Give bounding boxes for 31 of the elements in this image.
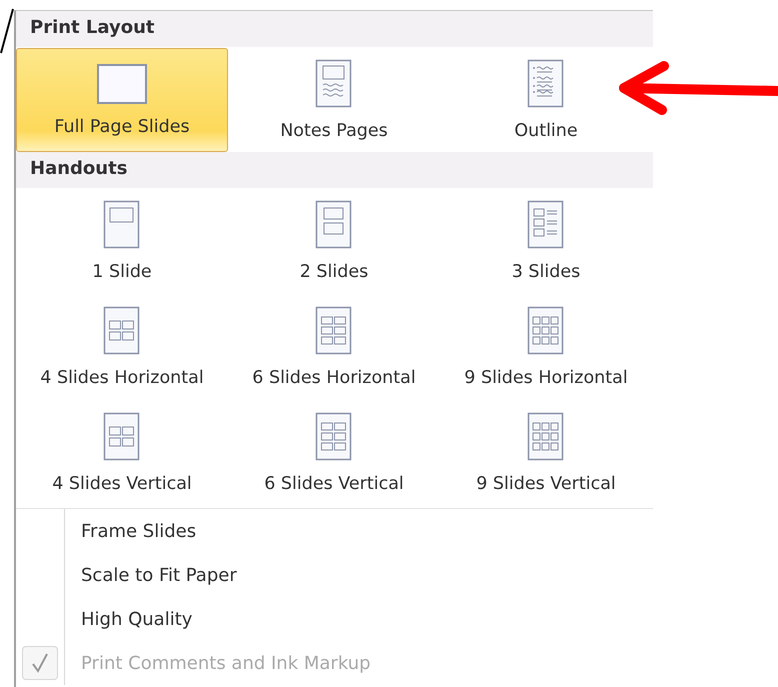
handout-page-icon bbox=[526, 412, 566, 462]
layout-option[interactable]: Full Page Slides bbox=[16, 48, 228, 152]
layout-option[interactable]: 6 Slides Vertical bbox=[228, 400, 440, 506]
menu-option[interactable]: Scale to Fit Paper bbox=[65, 564, 237, 586]
layout-option[interactable]: 2 Slides bbox=[228, 188, 440, 294]
handout-page-icon bbox=[526, 306, 566, 356]
outline-page-icon bbox=[526, 59, 566, 109]
layout-option[interactable]: 9 Slides Horizontal bbox=[440, 294, 652, 400]
layout-option[interactable]: 1 Slide bbox=[16, 188, 228, 294]
handout-page-icon bbox=[102, 412, 142, 462]
layout-option[interactable]: 4 Slides Vertical bbox=[16, 400, 228, 506]
layout-option[interactable]: 6 Slides Horizontal bbox=[228, 294, 440, 400]
menu-option[interactable]: High Quality bbox=[65, 608, 192, 630]
checkbox[interactable] bbox=[22, 646, 58, 680]
handout-page-icon bbox=[526, 200, 566, 250]
menu-option[interactable]: Frame Slides bbox=[65, 520, 196, 542]
handout-page-icon bbox=[314, 306, 354, 356]
layout-option[interactable]: 3 Slides bbox=[440, 188, 652, 294]
layout-option[interactable]: Outline bbox=[440, 48, 652, 152]
annotation-line bbox=[0, 8, 14, 54]
handout-page-icon bbox=[314, 200, 354, 250]
handout-page-icon bbox=[102, 200, 142, 250]
notes-page-icon bbox=[314, 59, 354, 109]
layout-option[interactable]: 9 Slides Vertical bbox=[440, 400, 652, 506]
layout-option[interactable]: Notes Pages bbox=[228, 48, 440, 152]
section-header: Print Layout bbox=[16, 11, 653, 47]
handout-page-icon bbox=[314, 412, 354, 462]
slide-icon bbox=[96, 63, 148, 105]
layout-option[interactable]: 4 Slides Horizontal bbox=[16, 294, 228, 400]
handout-page-icon bbox=[102, 306, 142, 356]
section-header: Handouts bbox=[16, 152, 653, 188]
